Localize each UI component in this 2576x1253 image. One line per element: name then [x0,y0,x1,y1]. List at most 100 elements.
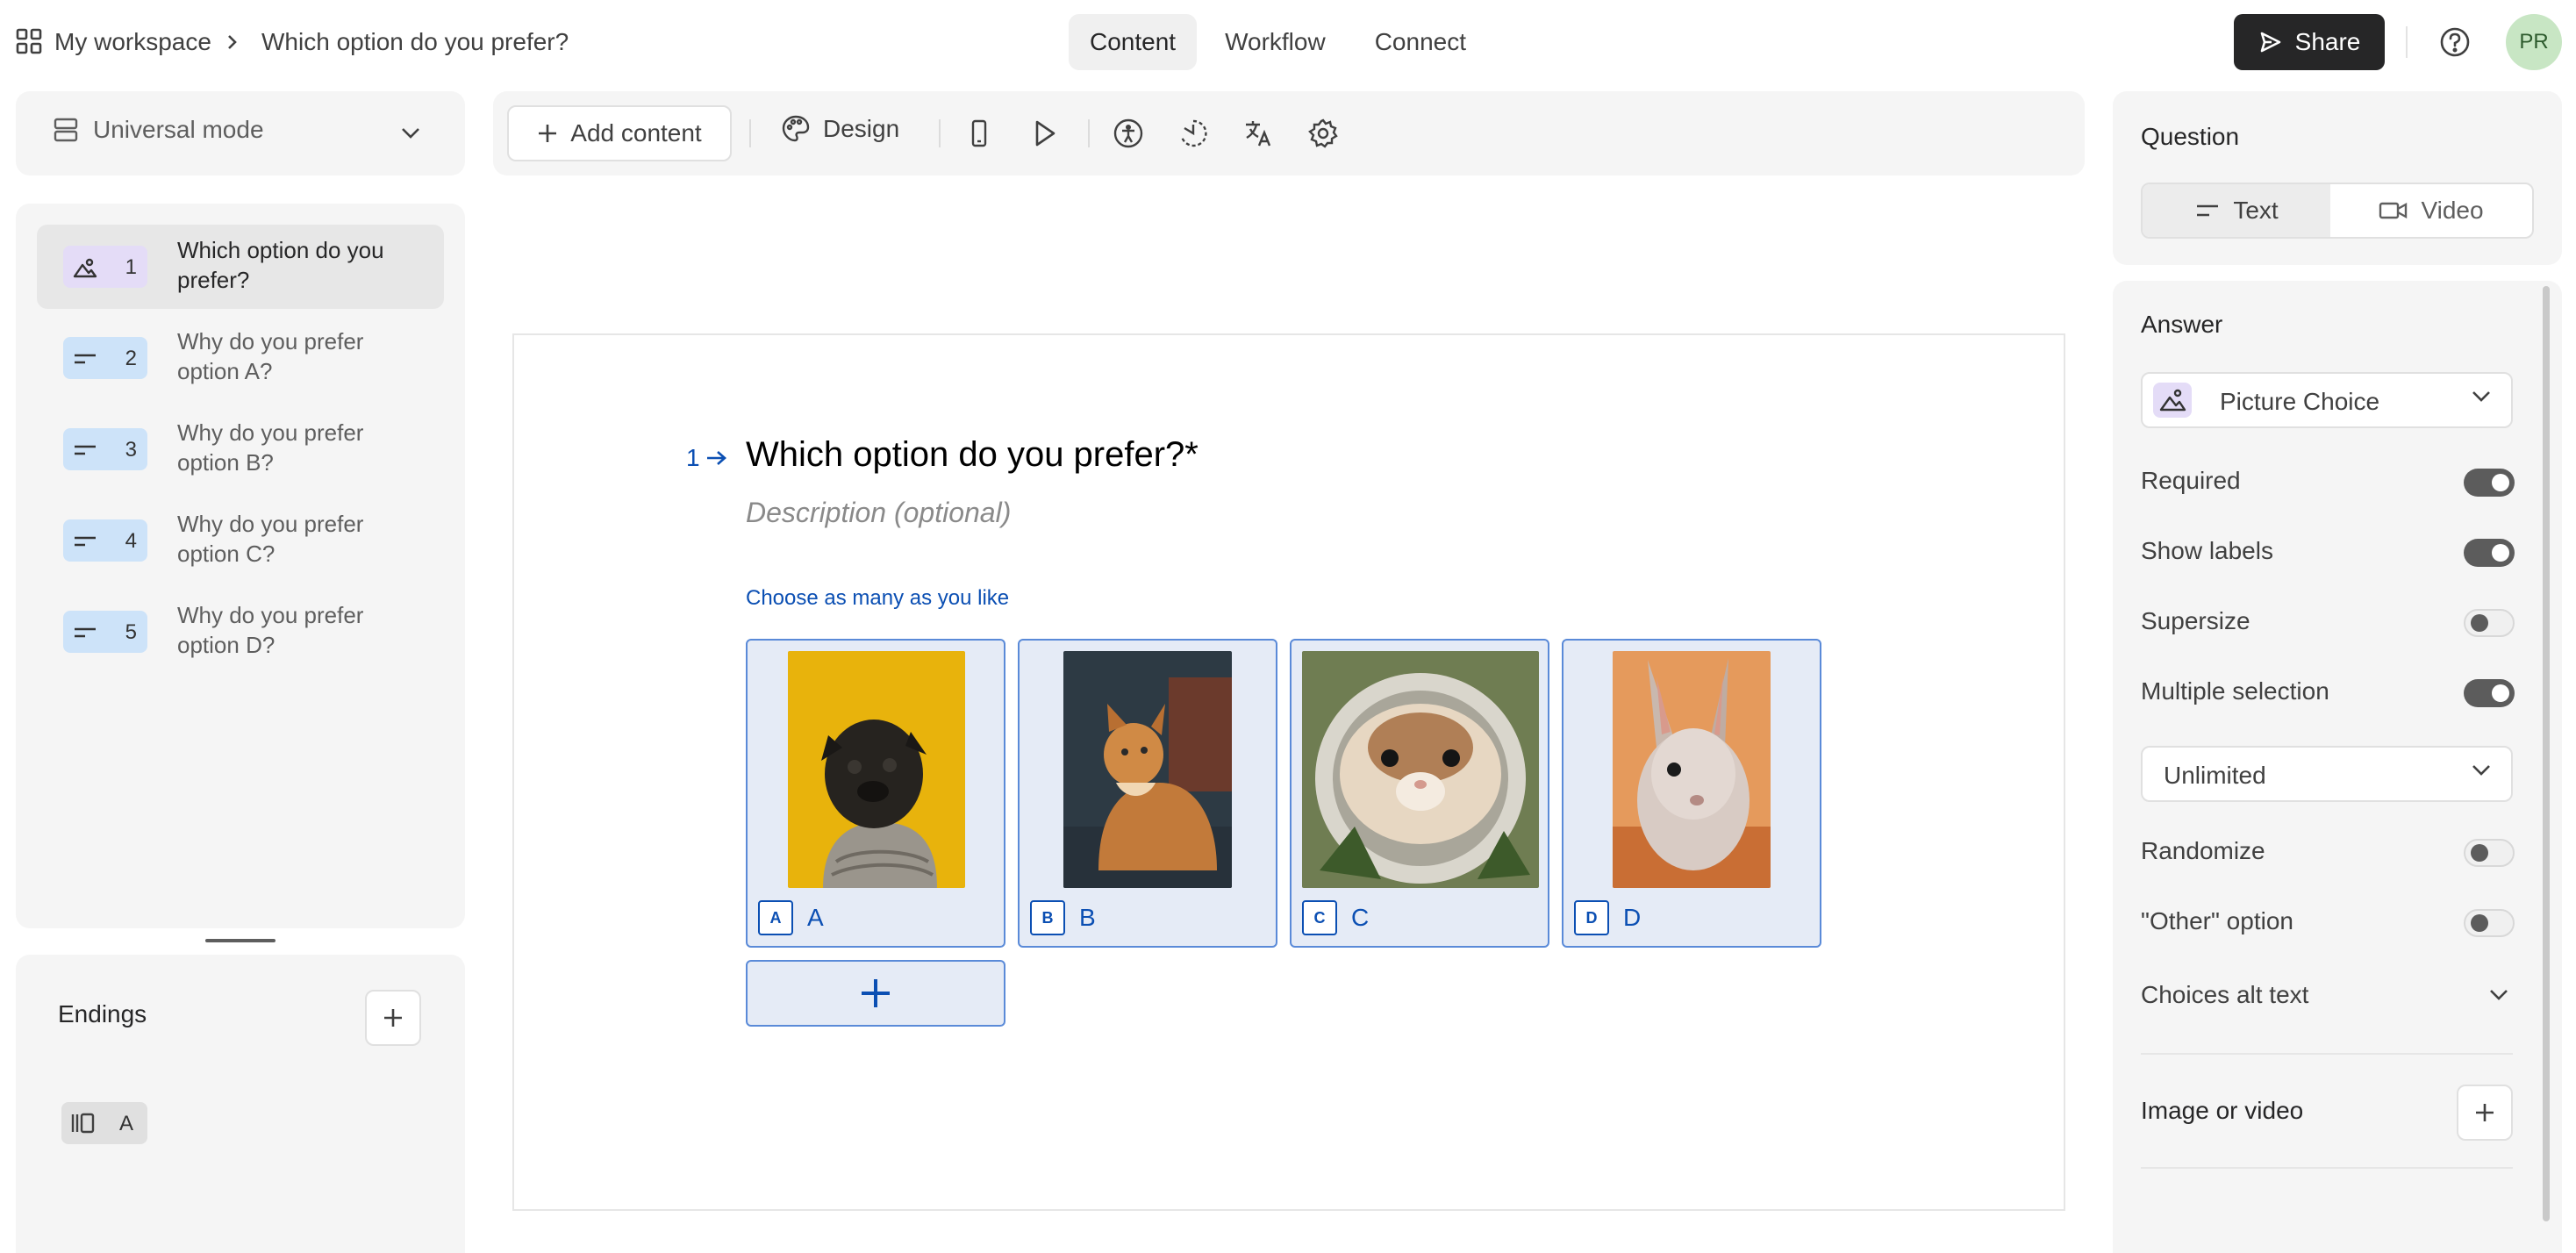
short-text-icon [72,530,98,553]
settings-gear-icon[interactable] [1307,118,1339,149]
question-item-2[interactable]: 2 Why do you prefer option A? [37,316,444,400]
selection-hint: Choose as many as you like [746,586,1010,610]
endings-title: Endings [58,1000,147,1027]
text-lines-icon [2194,201,2221,220]
accessibility-icon[interactable] [1113,118,1144,149]
question-title[interactable]: Which option do you prefer?* [746,435,1199,475]
question-item-text: Why do you prefer option D? [177,602,364,658]
question-number: 4 [125,529,137,553]
translate-icon[interactable] [1242,118,1274,149]
other-option-toggle[interactable] [2464,909,2515,937]
chevron-down-icon [2471,390,2492,404]
tab-content[interactable]: Content [1069,14,1198,70]
ending-item[interactable]: A [61,1102,147,1144]
design-button[interactable]: Design [781,114,899,144]
question-item-1[interactable]: 1 Which option do you prefer? [37,225,444,309]
selection-limit-select[interactable]: Unlimited [2141,746,2513,802]
choices-alt-text-toggle[interactable]: Choices alt text [2141,981,2308,1009]
breadcrumb-workspace[interactable]: My workspace [54,23,211,61]
choice-label[interactable]: B [1079,904,1096,932]
question-description[interactable]: Description (optional) [746,497,1011,529]
answer-type-value: Picture Choice [2220,388,2380,415]
answer-label: Answer [2141,311,2223,338]
question-item-5[interactable]: 5 Why do you prefer option D? [37,590,444,674]
tab-workflow[interactable]: Workflow [1204,14,1347,70]
mobile-preview-icon[interactable] [963,118,995,149]
divider [2406,26,2408,58]
breadcrumb-form-title[interactable]: Which option do you prefer? [261,23,569,61]
add-content-label: Add content [570,119,702,147]
show-labels-label: Show labels [2141,537,2273,564]
tab-connect[interactable]: Connect [1354,14,1487,70]
add-media-button[interactable] [2457,1085,2513,1141]
question-label: Question [2141,123,2240,150]
ending-label: A [119,1112,134,1135]
multiple-selection-toggle[interactable] [2464,679,2515,707]
cat-photo [1063,651,1232,888]
pug-photo [788,651,965,888]
question-number-value: 1 [686,444,700,471]
randomize-toggle[interactable] [2464,839,2515,867]
required-toggle[interactable] [2464,469,2515,497]
supersize-toggle[interactable] [2464,609,2515,637]
choice-key: A [758,900,793,935]
divider [939,119,941,147]
question-list: 1 Which option do you prefer? 2 Why do you … [16,204,465,928]
chevron-down-icon [400,126,421,140]
choice-label[interactable]: A [807,904,824,932]
layout-rows-icon [53,117,79,143]
choice-label[interactable]: C [1351,904,1369,932]
answer-settings-panel: Answer Picture Choice Required Show labe… [2113,281,2562,1253]
divider [749,119,751,147]
add-content-button[interactable]: Add content [507,105,732,161]
question-item-4[interactable]: 4 Why do you prefer option C? [37,498,444,583]
play-preview-icon[interactable] [1028,118,1060,149]
short-text-icon [72,347,98,370]
other-option-label: "Other" option [2141,907,2293,934]
picture-choice-icon [72,256,98,279]
question-number: 3 [125,438,137,462]
randomize-label: Randomize [2141,837,2265,864]
logic-icon[interactable] [1177,118,1209,149]
rabbit-photo [1613,651,1771,888]
chevron-down-icon[interactable] [2488,988,2509,1002]
help-icon[interactable] [2437,25,2472,60]
choice-d[interactable]: D D [1562,639,1821,948]
plus-icon [858,976,893,1011]
choice-key: C [1302,900,1337,935]
short-text-icon [72,439,98,462]
share-label: Share [2294,28,2361,55]
question-item-text: Which option do you prefer? [177,237,384,293]
image-or-video-label: Image or video [2141,1097,2304,1124]
choice-a[interactable]: A A [746,639,1005,948]
divider [2141,1053,2513,1055]
video-camera-icon [2379,200,2408,221]
add-choice-button[interactable] [746,960,1005,1027]
resize-handle[interactable] [205,939,275,942]
apps-grid-icon[interactable] [16,28,42,54]
avatar[interactable]: PR [2506,14,2562,70]
divider [1088,119,1090,147]
share-button[interactable]: Share [2234,14,2385,70]
text-option[interactable]: Text [2143,184,2330,237]
question-number: 2 [125,347,137,370]
multiple-selection-label: Multiple selection [2141,677,2329,705]
question-badge: 4 [63,519,147,562]
question-type-panel: Question Text Video [2113,91,2562,265]
show-labels-toggle[interactable] [2464,539,2515,567]
short-text-icon [72,621,98,644]
selection-limit-value: Unlimited [2164,762,2266,789]
question-preview-canvas: 1 Which option do you prefer?* Descripti… [512,333,2065,1211]
add-ending-button[interactable] [365,990,421,1046]
choice-b[interactable]: B B [1018,639,1277,948]
question-item-3[interactable]: 3 Why do you prefer option B? [37,407,444,491]
question-item-text: Why do you prefer option C? [177,511,364,567]
answer-type-select[interactable]: Picture Choice [2141,372,2513,428]
mode-select[interactable]: Universal mode [16,91,465,175]
video-option[interactable]: Video [2330,184,2532,237]
hamster-photo [1302,651,1539,888]
choice-label[interactable]: D [1623,904,1641,932]
right-panel-scrollbar[interactable] [2543,286,2550,1221]
choice-c[interactable]: C C [1290,639,1549,948]
plus-icon [2473,1101,2496,1124]
